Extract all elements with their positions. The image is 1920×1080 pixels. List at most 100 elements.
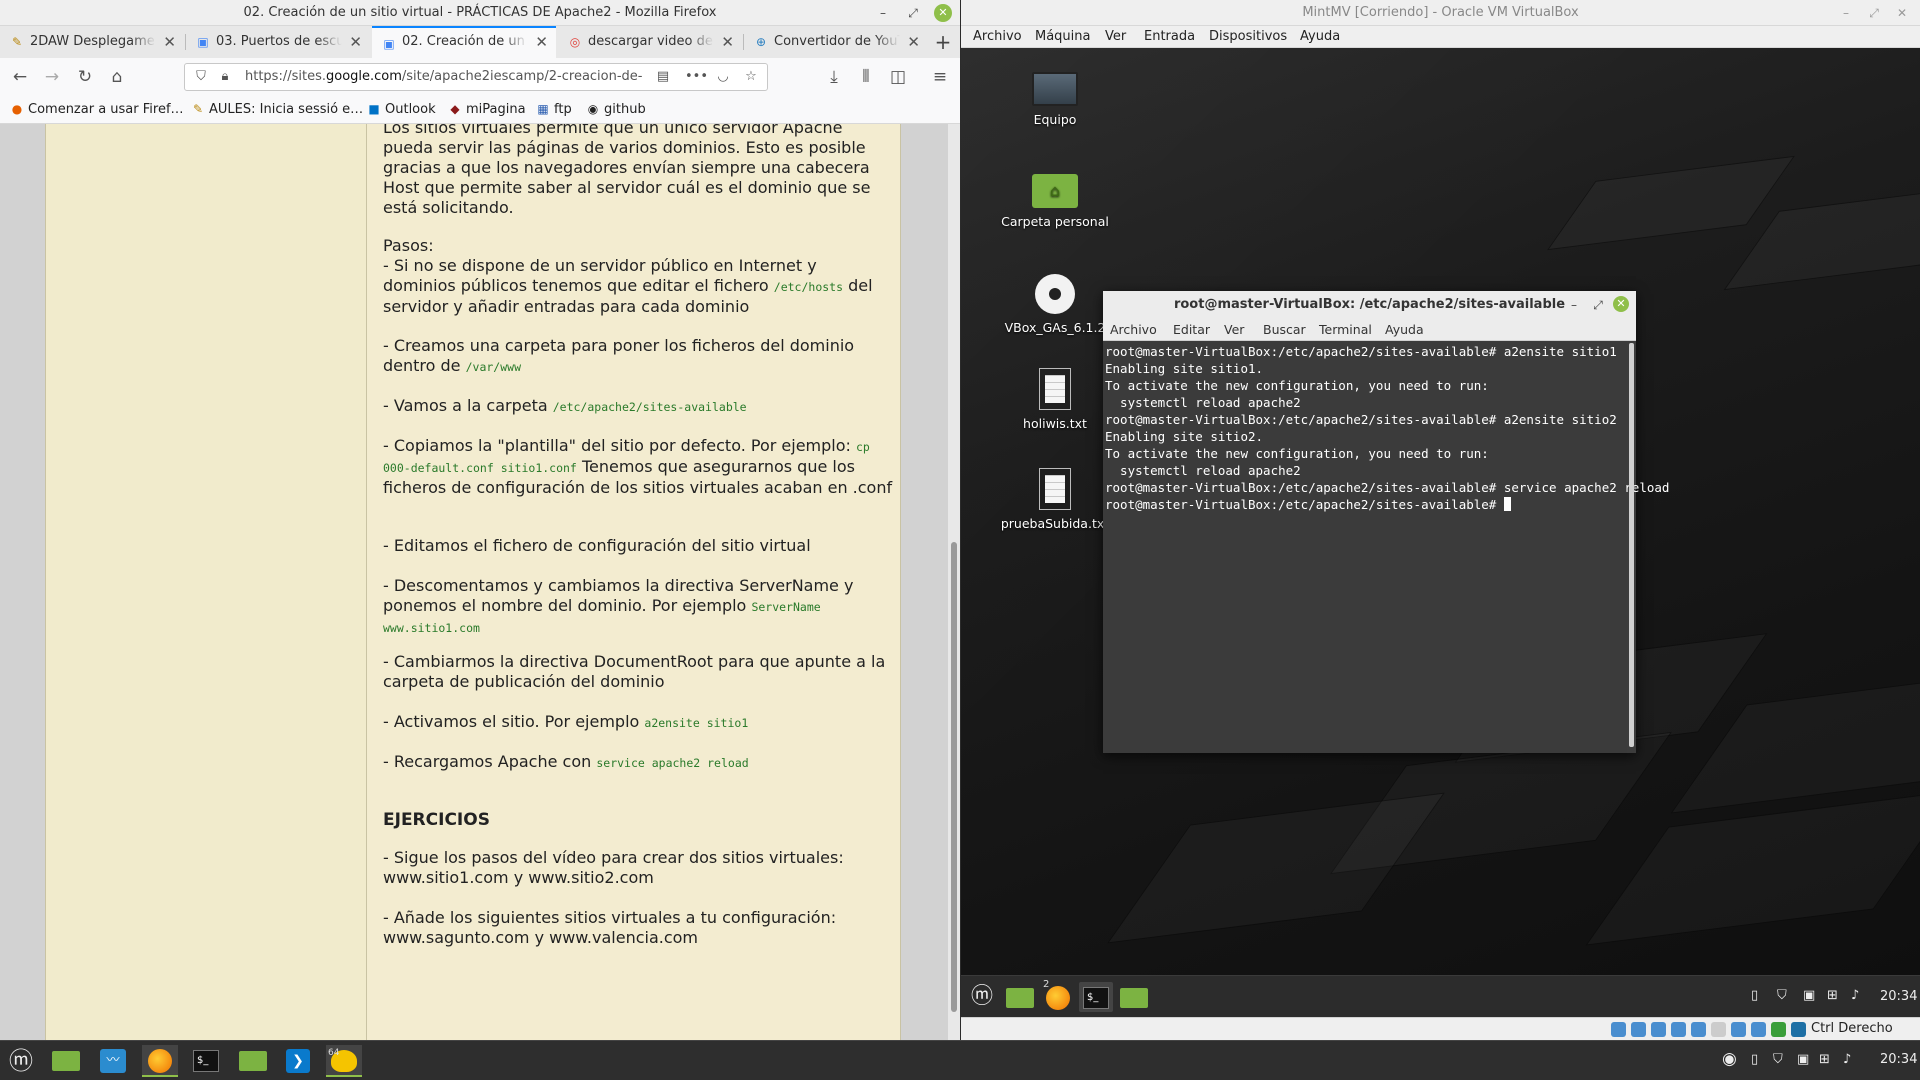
desktop-icon-holiwis[interactable]: holiwis.txt bbox=[1000, 368, 1110, 431]
hamburger-menu-icon[interactable]: ≡ bbox=[928, 65, 952, 89]
close-tab-icon[interactable]: ✕ bbox=[535, 28, 548, 56]
menu-ver[interactable]: Ver bbox=[1105, 29, 1126, 44]
tab-puertos[interactable]: ▣ 03. Puertos de escuc ✕ bbox=[186, 26, 370, 58]
page-actions-icon[interactable]: ••• bbox=[685, 67, 708, 87]
forward-arrow-icon[interactable]: → bbox=[40, 65, 64, 89]
url-bar[interactable]: ⛉ 🔒︎ https://sites.google.com/site/apach… bbox=[184, 63, 768, 91]
optical-drive-status-icon[interactable] bbox=[1631, 1022, 1646, 1037]
back-arrow-icon[interactable]: ← bbox=[8, 65, 32, 89]
volume-icon[interactable]: ♪ bbox=[1843, 1052, 1851, 1067]
terminal-launcher-icon[interactable]: $_ bbox=[188, 1045, 224, 1077]
close-button[interactable]: ✕ bbox=[1893, 4, 1911, 22]
sidebar-icon[interactable]: ◫ bbox=[886, 65, 910, 89]
downloads-icon[interactable]: ⤓ bbox=[822, 65, 846, 89]
url-text[interactable]: https://sites.google.com/site/apache2ies… bbox=[245, 69, 645, 84]
firefox-taskbar-button[interactable] bbox=[142, 1045, 178, 1077]
recording-status-icon[interactable] bbox=[1751, 1022, 1766, 1037]
shared-folders-status-icon[interactable] bbox=[1711, 1022, 1726, 1037]
volume-icon[interactable]: ♪ bbox=[1851, 988, 1859, 1003]
clipboard-icon[interactable]: ▯ bbox=[1751, 1052, 1758, 1067]
terminal-output[interactable]: root@master-VirtualBox:/etc/apache2/site… bbox=[1103, 341, 1669, 753]
close-tab-icon[interactable]: ✕ bbox=[721, 26, 734, 58]
close-button[interactable]: ✕ bbox=[1613, 296, 1629, 312]
menu-maquina[interactable]: Máquina bbox=[1035, 29, 1091, 44]
desktop-icon-equipo[interactable]: Equipo bbox=[1000, 72, 1110, 127]
network-status-icon[interactable] bbox=[1671, 1022, 1686, 1037]
folder-launcher-icon[interactable] bbox=[1117, 982, 1151, 1012]
display-status-icon[interactable] bbox=[1731, 1022, 1746, 1037]
lock-icon[interactable]: 🔒︎ bbox=[215, 67, 235, 87]
maximize-button[interactable]: ⤢ bbox=[904, 4, 922, 22]
desktop-icon-pruebasubida[interactable]: pruebaSubida.txt bbox=[1000, 468, 1110, 531]
files-launcher-icon[interactable] bbox=[48, 1045, 84, 1077]
terminal-prompt-line[interactable]: root@master-VirtualBox:/etc/apache2/site… bbox=[1105, 496, 1625, 513]
shield-icon[interactable]: ⛉ bbox=[1777, 988, 1787, 1003]
mouse-integration-icon[interactable] bbox=[1791, 1022, 1806, 1037]
vscode-launcher-icon[interactable]: ❯ bbox=[280, 1045, 316, 1077]
terminal-menu-buscar[interactable]: Buscar bbox=[1263, 322, 1306, 337]
close-button[interactable]: ✕ bbox=[934, 4, 952, 22]
hard-disk-status-icon[interactable] bbox=[1611, 1022, 1626, 1037]
network-icon[interactable]: ⊞ bbox=[1827, 988, 1838, 1003]
desktop-icon-vbox-gas[interactable]: VBox_GAs_6.1.2 bbox=[1000, 274, 1110, 335]
audio-status-icon[interactable] bbox=[1651, 1022, 1666, 1037]
update-icon[interactable]: ▣ bbox=[1797, 1052, 1809, 1067]
tab-creacion-sitio-virtual[interactable]: ▣ 02. Creación de un si ✕ bbox=[372, 26, 556, 58]
maximize-button[interactable]: ⤢ bbox=[1865, 4, 1883, 22]
update-icon[interactable]: ▣ bbox=[1803, 988, 1815, 1003]
menu-archivo[interactable]: Archivo bbox=[973, 29, 1022, 44]
pocket-icon[interactable]: ◡ bbox=[713, 67, 733, 87]
bookmark-ftp[interactable]: ▦ ftp bbox=[536, 102, 571, 117]
network-icon[interactable]: ⊞ bbox=[1819, 1052, 1830, 1067]
clipboard-icon[interactable]: ▯ bbox=[1751, 988, 1758, 1003]
menu-entrada[interactable]: Entrada bbox=[1144, 29, 1195, 44]
shield-icon[interactable]: ⛉ bbox=[1773, 1052, 1783, 1067]
bookmark-mipagina[interactable]: ◆ miPagina bbox=[448, 102, 525, 117]
home-icon[interactable]: ⌂ bbox=[105, 65, 129, 89]
terminal-menu-archivo[interactable]: Archivo bbox=[1110, 322, 1157, 337]
terminal-menu-ver[interactable]: Ver bbox=[1224, 322, 1244, 337]
minimize-button[interactable]: – bbox=[1837, 4, 1855, 22]
minimize-button[interactable]: – bbox=[874, 4, 892, 22]
terminal-menu-editar[interactable]: Editar bbox=[1173, 322, 1210, 337]
close-tab-icon[interactable]: ✕ bbox=[349, 26, 362, 58]
reader-view-icon[interactable]: ▤ bbox=[653, 67, 673, 87]
terminal-launcher-icon[interactable]: $_ bbox=[1079, 982, 1113, 1012]
tab-convertidor[interactable]: ⊕ Convertidor de YouT ✕ bbox=[744, 26, 928, 58]
tracking-shield-icon[interactable]: ⛉ bbox=[191, 67, 211, 87]
bookmark-outlook[interactable]: ■ Outlook bbox=[367, 102, 435, 117]
mint-menu-icon[interactable]: ⓜ bbox=[3, 1045, 39, 1077]
terminal-scrollbar[interactable] bbox=[1629, 343, 1634, 747]
folder-launcher-icon[interactable] bbox=[235, 1045, 271, 1077]
page-scrollbar[interactable] bbox=[948, 124, 960, 1040]
eye-icon[interactable]: ◉ bbox=[1722, 1049, 1737, 1069]
terminal-menu-terminal[interactable]: Terminal bbox=[1319, 322, 1372, 337]
minimize-button[interactable]: – bbox=[1565, 296, 1583, 314]
guest-clock[interactable]: 20:34 bbox=[1880, 989, 1917, 1004]
monitor-launcher-icon[interactable]: 〰 bbox=[95, 1045, 131, 1077]
tab-2daw[interactable]: ✎ 2DAW Desplegamen ✕ bbox=[0, 26, 184, 58]
firefox-launcher-icon[interactable]: 2 bbox=[1041, 979, 1075, 1012]
mint-menu-icon[interactable]: ⓜ bbox=[965, 982, 999, 1012]
menu-ayuda[interactable]: Ayuda bbox=[1300, 29, 1340, 44]
bookmark-github[interactable]: ◉ github bbox=[586, 102, 646, 117]
new-tab-button[interactable]: + bbox=[930, 26, 956, 58]
bookmark-star-icon[interactable]: ☆ bbox=[741, 67, 761, 87]
desktop-icon-carpeta-personal[interactable]: ⌂ Carpeta personal bbox=[1000, 174, 1110, 229]
library-icon[interactable]: ⫴ bbox=[854, 65, 878, 89]
menu-dispositivos[interactable]: Dispositivos bbox=[1209, 29, 1287, 44]
scrollbar-thumb[interactable] bbox=[951, 542, 957, 1012]
virtualbox-taskbar-button[interactable]: 64 bbox=[326, 1045, 362, 1077]
files-launcher-icon[interactable] bbox=[1003, 982, 1037, 1012]
close-tab-icon[interactable]: ✕ bbox=[907, 26, 920, 58]
close-tab-icon[interactable]: ✕ bbox=[163, 26, 176, 58]
reload-icon[interactable]: ↻ bbox=[73, 65, 97, 89]
maximize-button[interactable]: ⤢ bbox=[1589, 296, 1607, 314]
tab-descargar-video[interactable]: ◎ descargar video de y ✕ bbox=[558, 26, 742, 58]
bookmark-comenzar[interactable]: ● Comenzar a usar Firef… bbox=[10, 102, 184, 117]
cpu-status-icon[interactable] bbox=[1771, 1022, 1786, 1037]
host-clock[interactable]: 20:34 bbox=[1880, 1052, 1917, 1067]
terminal-menu-ayuda[interactable]: Ayuda bbox=[1385, 322, 1424, 337]
bookmark-aules[interactable]: ✎ AULES: Inicia sessió e… bbox=[191, 102, 363, 117]
usb-status-icon[interactable] bbox=[1691, 1022, 1706, 1037]
